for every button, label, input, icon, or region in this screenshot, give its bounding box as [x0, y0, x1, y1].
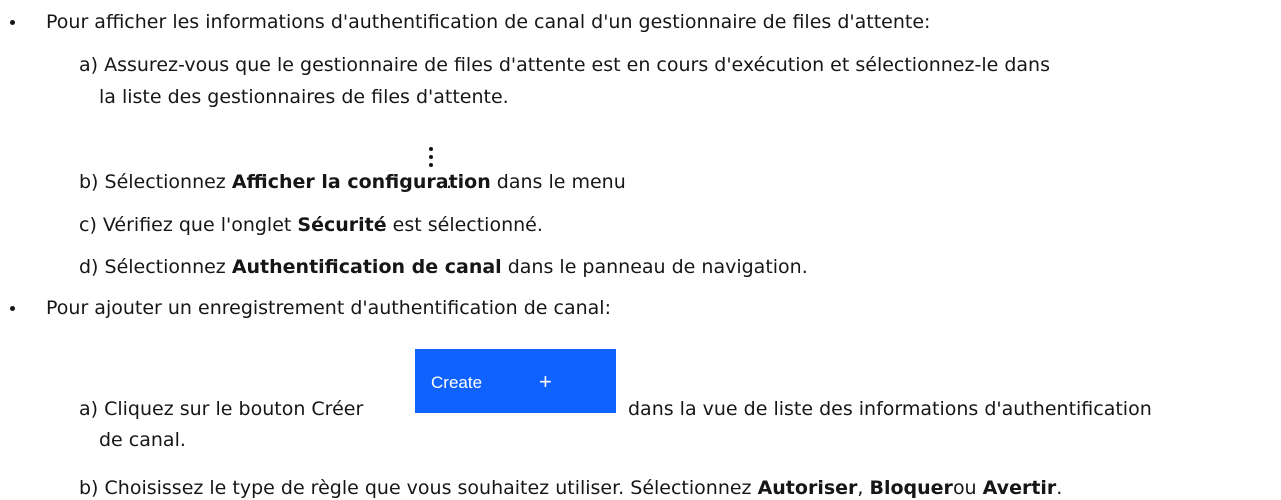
step-b: b) Sélectionnez Afficher la configuratio…: [79, 170, 626, 194]
section1-intro: Pour afficher les informations d'authent…: [46, 11, 931, 33]
step-c-pre: c) Vérifiez que l'onglet: [79, 214, 298, 236]
step2-b: b) Choisissez le type de règle que vous …: [79, 476, 1062, 500]
step2-b-end: .: [1056, 477, 1063, 499]
step-d-pre: d) Sélectionnez: [79, 256, 232, 278]
step-a-line2: la liste des gestionnaires de files d'at…: [99, 86, 509, 108]
create-button-label: Create: [431, 373, 483, 392]
step-c-post: est sélectionné.: [386, 214, 543, 236]
step-c: c) Vérifiez que l'onglet Sécurité est sé…: [79, 213, 543, 237]
step2-b-sep1: ,: [857, 477, 870, 499]
step2-b-bold3: Avertir: [982, 477, 1057, 499]
bullet-point: [10, 306, 15, 311]
step2-b-bold1: Autoriser: [757, 477, 858, 499]
step2-b-pre: b) Choisissez le type de règle que vous …: [79, 477, 758, 499]
create-button[interactable]: Create +: [415, 349, 616, 413]
step2-a-pre: a) Cliquez sur le bouton Créer: [79, 398, 364, 420]
step2-a-post: dans la vue de liste des informations d'…: [628, 398, 1152, 420]
overflow-menu-vertical-icon: [429, 147, 433, 171]
plus-icon: +: [539, 369, 552, 394]
step-b-end: .: [446, 171, 453, 193]
bullet-point: [10, 20, 15, 25]
step-b-pre: b) Sélectionnez: [79, 171, 232, 193]
step-a-line1: a) Assurez-vous que le gestionnaire de f…: [79, 54, 1050, 76]
step-d-post: dans le panneau de navigation.: [501, 256, 808, 278]
step2-b-bold2: Bloquer: [869, 477, 953, 499]
step2-b-sep2: ou: [952, 477, 983, 499]
step-c-bold: Sécurité: [297, 214, 387, 236]
step-b-post: dans le menu: [490, 171, 626, 193]
step-d-bold: Authentification de canal: [231, 256, 502, 278]
step2-a-line2: de canal.: [99, 429, 186, 451]
section2-intro: Pour ajouter un enregistrement d'authent…: [46, 297, 611, 319]
step-d: d) Sélectionnez Authentification de cana…: [79, 255, 808, 279]
